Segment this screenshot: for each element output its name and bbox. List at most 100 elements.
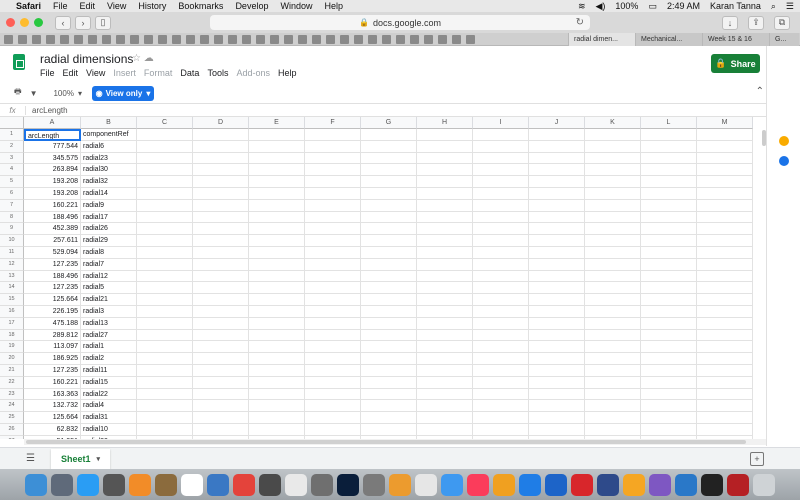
- cell-g5[interactable]: [361, 176, 417, 188]
- column-header-c[interactable]: C: [137, 117, 193, 129]
- cell-g12[interactable]: [361, 258, 417, 271]
- cell-b7[interactable]: radial9: [81, 199, 137, 212]
- photoshop-icon[interactable]: [337, 473, 359, 496]
- cell-d25[interactable]: [193, 412, 249, 424]
- menu-file[interactable]: File: [53, 1, 68, 11]
- cell-l11[interactable]: [641, 247, 697, 259]
- cell-f7[interactable]: [305, 199, 361, 212]
- cell-h11[interactable]: [417, 247, 473, 259]
- bookmark-icon[interactable]: [60, 34, 69, 44]
- docs-menu-file[interactable]: File: [40, 68, 55, 78]
- bookmark-icon[interactable]: [284, 34, 293, 44]
- cell-c26[interactable]: [137, 424, 193, 436]
- cell-b25[interactable]: radial31: [81, 412, 137, 424]
- row-header[interactable]: 14: [0, 282, 24, 295]
- cell-k23[interactable]: [585, 388, 641, 401]
- cell-f12[interactable]: [305, 258, 361, 271]
- bookmark-icon[interactable]: [186, 34, 195, 44]
- cell-k26[interactable]: [585, 424, 641, 436]
- cell-a6[interactable]: 193.208: [24, 188, 81, 200]
- app-icon[interactable]: [363, 473, 385, 496]
- cell-d1[interactable]: [193, 129, 249, 141]
- scrollbar-thumb[interactable]: [26, 440, 746, 444]
- cell-g14[interactable]: [361, 282, 417, 295]
- row-header[interactable]: 19: [0, 341, 24, 354]
- cell-d10[interactable]: [193, 235, 249, 247]
- cell-a15[interactable]: 125.664: [24, 294, 81, 306]
- cell-c16[interactable]: [137, 306, 193, 318]
- cell-j12[interactable]: [529, 258, 585, 271]
- finder-icon[interactable]: [25, 473, 47, 496]
- back-button[interactable]: ‹: [55, 15, 71, 30]
- column-header-a[interactable]: A: [24, 117, 81, 129]
- cell-h1[interactable]: [417, 129, 473, 141]
- cell-g7[interactable]: [361, 199, 417, 212]
- row-header[interactable]: 8: [0, 211, 24, 224]
- cell-h24[interactable]: [417, 400, 473, 413]
- cell-h10[interactable]: [417, 235, 473, 247]
- cell-f3[interactable]: [305, 152, 361, 165]
- cell-m9[interactable]: [697, 223, 753, 236]
- cell-c19[interactable]: [137, 341, 193, 354]
- notes-icon[interactable]: [155, 473, 177, 496]
- cell-c13[interactable]: [137, 270, 193, 283]
- cell-i25[interactable]: [473, 412, 529, 424]
- cell-l26[interactable]: [641, 424, 697, 436]
- cell-l20[interactable]: [641, 353, 697, 365]
- cell-e19[interactable]: [249, 341, 305, 354]
- cell-h25[interactable]: [417, 412, 473, 424]
- cell-m1[interactable]: [697, 129, 753, 141]
- cell-k19[interactable]: [585, 341, 641, 354]
- cell-k22[interactable]: [585, 376, 641, 389]
- cell-m5[interactable]: [697, 176, 753, 188]
- new-tab-button[interactable]: ⧉: [774, 15, 790, 30]
- cell-b16[interactable]: radial3: [81, 306, 137, 318]
- cell-b18[interactable]: radial27: [81, 329, 137, 342]
- cell-i5[interactable]: [473, 176, 529, 188]
- cell-m21[interactable]: [697, 365, 753, 377]
- cell-i16[interactable]: [473, 306, 529, 318]
- column-header-f[interactable]: F: [305, 117, 361, 129]
- cell-b19[interactable]: radial1: [81, 341, 137, 354]
- cell-f6[interactable]: [305, 188, 361, 200]
- cell-m26[interactable]: [697, 424, 753, 436]
- column-header-b[interactable]: B: [81, 117, 137, 129]
- bookmark-icon[interactable]: [452, 34, 461, 44]
- row-header[interactable]: 5: [0, 176, 24, 188]
- cell-d5[interactable]: [193, 176, 249, 188]
- cell-e16[interactable]: [249, 306, 305, 318]
- bookmark-icon[interactable]: [242, 34, 251, 44]
- cell-h3[interactable]: [417, 152, 473, 165]
- minimize-window-icon[interactable]: [20, 18, 29, 27]
- cell-b10[interactable]: radial29: [81, 235, 137, 247]
- cell-h16[interactable]: [417, 306, 473, 318]
- cell-f15[interactable]: [305, 294, 361, 306]
- cell-c5[interactable]: [137, 176, 193, 188]
- cell-h20[interactable]: [417, 353, 473, 365]
- row-header[interactable]: 24: [0, 400, 24, 413]
- cell-j8[interactable]: [529, 211, 585, 224]
- cell-m16[interactable]: [697, 306, 753, 318]
- cell-i3[interactable]: [473, 152, 529, 165]
- bookmark-icon[interactable]: [340, 34, 349, 44]
- cell-l12[interactable]: [641, 258, 697, 271]
- cell-h18[interactable]: [417, 329, 473, 342]
- cell-i13[interactable]: [473, 270, 529, 283]
- cell-m14[interactable]: [697, 282, 753, 295]
- cell-g17[interactable]: [361, 317, 417, 330]
- tab-radial-dimensions[interactable]: radial dimen...: [568, 33, 635, 46]
- cell-l17[interactable]: [641, 317, 697, 330]
- explore-icon[interactable]: +: [750, 452, 764, 466]
- cell-g19[interactable]: [361, 341, 417, 354]
- cell-m15[interactable]: [697, 294, 753, 306]
- cell-k18[interactable]: [585, 329, 641, 342]
- cell-m2[interactable]: [697, 140, 753, 153]
- row-header[interactable]: 18: [0, 329, 24, 342]
- cell-d12[interactable]: [193, 258, 249, 271]
- cell-e15[interactable]: [249, 294, 305, 306]
- cell-g6[interactable]: [361, 188, 417, 200]
- cell-f10[interactable]: [305, 235, 361, 247]
- music-icon[interactable]: [467, 473, 489, 496]
- spotlight-icon[interactable]: ⌕: [771, 1, 776, 12]
- docs-menu-help[interactable]: Help: [278, 68, 297, 78]
